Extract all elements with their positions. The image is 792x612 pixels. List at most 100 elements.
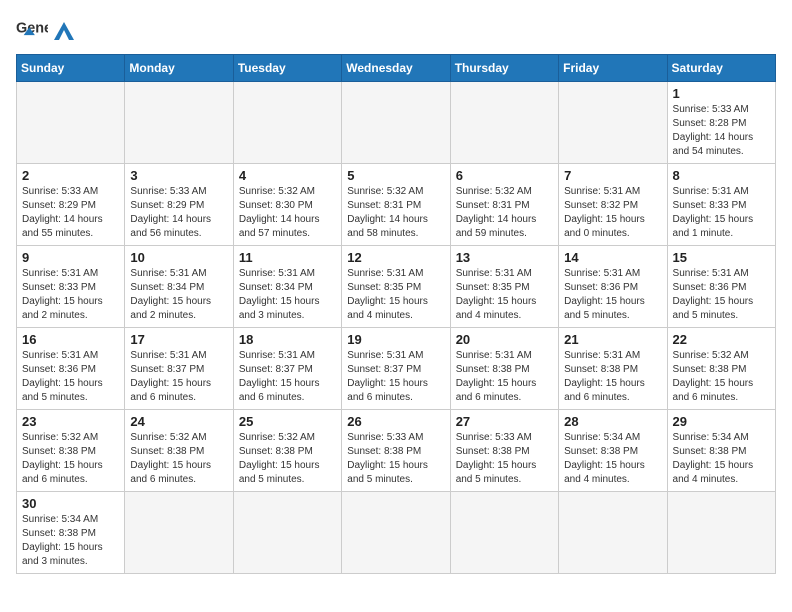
calendar-day-cell [559,492,667,574]
day-number: 25 [239,414,336,429]
calendar-week-row: 23 Sunrise: 5:32 AM Sunset: 8:38 PM Dayli… [17,410,776,492]
day-info: Sunrise: 5:31 AM Sunset: 8:38 PM Dayligh… [564,349,661,405]
day-info: Sunrise: 5:31 AM Sunset: 8:36 PM Dayligh… [22,349,119,405]
day-info: Sunrise: 5:31 AM Sunset: 8:36 PM Dayligh… [564,267,661,323]
day-number: 7 [564,168,661,183]
calendar-day-cell: 6 Sunrise: 5:32 AM Sunset: 8:31 PM Daylig… [450,164,558,246]
calendar-day-cell [450,492,558,574]
day-info: Sunrise: 5:34 AM Sunset: 8:38 PM Dayligh… [22,513,119,569]
calendar-day-cell: 3Sunrise: 5:33 AM Sunset: 8:29 PM Daylig… [125,164,233,246]
day-info: Sunrise: 5:31 AM Sunset: 8:34 PM Dayligh… [130,267,227,323]
calendar-day-cell [667,492,775,574]
calendar-day-cell: 5 Sunrise: 5:32 AM Sunset: 8:31 PM Daylig… [342,164,450,246]
column-header-monday: Monday [125,55,233,82]
calendar-day-cell [342,492,450,574]
day-number: 6 [456,168,553,183]
day-number: 19 [347,332,444,347]
day-number: 22 [673,332,770,347]
calendar-day-cell: 7 Sunrise: 5:31 AM Sunset: 8:32 PM Daylig… [559,164,667,246]
calendar-week-row: 2 Sunrise: 5:33 AM Sunset: 8:29 PM Daylig… [17,164,776,246]
day-number: 27 [456,414,553,429]
day-info: Sunrise: 5:32 AM Sunset: 8:38 PM Dayligh… [22,431,119,487]
calendar-day-cell: 30 Sunrise: 5:34 AM Sunset: 8:38 PM Dayli… [17,492,125,574]
day-info: Sunrise: 5:33 AM Sunset: 8:28 PM Dayligh… [673,103,770,159]
day-number: 11 [239,250,336,265]
day-number: 30 [22,496,119,511]
day-info: Sunrise: 5:31 AM Sunset: 8:37 PM Dayligh… [347,349,444,405]
calendar-day-cell: 18 Sunrise: 5:31 AM Sunset: 8:37 PM Dayli… [233,328,341,410]
page-header: General [16,16,776,44]
day-info: Sunrise: 5:31 AM Sunset: 8:35 PM Dayligh… [456,267,553,323]
day-number: 10 [130,250,227,265]
day-number: 23 [22,414,119,429]
day-info: Sunrise: 5:33 AM Sunset: 8:29 PM Dayligh… [130,185,227,241]
calendar-day-cell [450,82,558,164]
calendar-day-cell: 1 Sunrise: 5:33 AM Sunset: 8:28 PM Daylig… [667,82,775,164]
day-info: Sunrise: 5:34 AM Sunset: 8:38 PM Dayligh… [564,431,661,487]
day-number: 5 [347,168,444,183]
calendar-day-cell: 24Sunrise: 5:32 AM Sunset: 8:38 PM Dayli… [125,410,233,492]
calendar-day-cell: 19 Sunrise: 5:31 AM Sunset: 8:37 PM Dayli… [342,328,450,410]
calendar-day-cell: 27 Sunrise: 5:33 AM Sunset: 8:38 PM Dayli… [450,410,558,492]
day-number: 29 [673,414,770,429]
day-number: 18 [239,332,336,347]
calendar-day-cell: 2 Sunrise: 5:33 AM Sunset: 8:29 PM Daylig… [17,164,125,246]
calendar-day-cell: 23 Sunrise: 5:32 AM Sunset: 8:38 PM Dayli… [17,410,125,492]
day-number: 21 [564,332,661,347]
calendar-day-cell: 21 Sunrise: 5:31 AM Sunset: 8:38 PM Dayli… [559,328,667,410]
day-info: Sunrise: 5:31 AM Sunset: 8:36 PM Dayligh… [673,267,770,323]
column-header-saturday: Saturday [667,55,775,82]
column-header-thursday: Thursday [450,55,558,82]
calendar-day-cell: 13Sunrise: 5:31 AM Sunset: 8:35 PM Dayli… [450,246,558,328]
calendar-day-cell: 10 Sunrise: 5:31 AM Sunset: 8:34 PM Dayli… [125,246,233,328]
calendar-day-cell [125,82,233,164]
calendar-day-cell: 22 Sunrise: 5:32 AM Sunset: 8:38 PM Dayli… [667,328,775,410]
calendar-day-cell [233,492,341,574]
calendar-day-cell: 16 Sunrise: 5:31 AM Sunset: 8:36 PM Dayli… [17,328,125,410]
logo-triangle-icon [54,22,74,40]
column-header-tuesday: Tuesday [233,55,341,82]
calendar-day-cell: 12Sunrise: 5:31 AM Sunset: 8:35 PM Dayli… [342,246,450,328]
day-info: Sunrise: 5:32 AM Sunset: 8:38 PM Dayligh… [239,431,336,487]
day-info: Sunrise: 5:31 AM Sunset: 8:38 PM Dayligh… [456,349,553,405]
day-info: Sunrise: 5:31 AM Sunset: 8:32 PM Dayligh… [564,185,661,241]
calendar-day-cell: 26Sunrise: 5:33 AM Sunset: 8:38 PM Dayli… [342,410,450,492]
calendar-day-cell [233,82,341,164]
logo-icon: General [16,16,48,44]
calendar-day-cell: 20Sunrise: 5:31 AM Sunset: 8:38 PM Dayli… [450,328,558,410]
day-info: Sunrise: 5:31 AM Sunset: 8:37 PM Dayligh… [239,349,336,405]
day-number: 4 [239,168,336,183]
day-info: Sunrise: 5:31 AM Sunset: 8:37 PM Dayligh… [130,349,227,405]
day-info: Sunrise: 5:32 AM Sunset: 8:38 PM Dayligh… [673,349,770,405]
calendar-week-row: 1 Sunrise: 5:33 AM Sunset: 8:28 PM Daylig… [17,82,776,164]
day-number: 28 [564,414,661,429]
column-header-sunday: Sunday [17,55,125,82]
day-info: Sunrise: 5:31 AM Sunset: 8:33 PM Dayligh… [22,267,119,323]
day-number: 15 [673,250,770,265]
day-info: Sunrise: 5:33 AM Sunset: 8:29 PM Dayligh… [22,185,119,241]
calendar-day-cell [17,82,125,164]
day-info: Sunrise: 5:32 AM Sunset: 8:38 PM Dayligh… [130,431,227,487]
day-number: 2 [22,168,119,183]
calendar-day-cell: 25 Sunrise: 5:32 AM Sunset: 8:38 PM Dayli… [233,410,341,492]
calendar-day-cell [559,82,667,164]
day-info: Sunrise: 5:32 AM Sunset: 8:31 PM Dayligh… [347,185,444,241]
day-info: Sunrise: 5:34 AM Sunset: 8:38 PM Dayligh… [673,431,770,487]
day-info: Sunrise: 5:31 AM Sunset: 8:34 PM Dayligh… [239,267,336,323]
calendar-day-cell: 17Sunrise: 5:31 AM Sunset: 8:37 PM Dayli… [125,328,233,410]
calendar-week-row: 16 Sunrise: 5:31 AM Sunset: 8:36 PM Dayli… [17,328,776,410]
day-number: 14 [564,250,661,265]
day-number: 16 [22,332,119,347]
calendar-day-cell: 14 Sunrise: 5:31 AM Sunset: 8:36 PM Dayli… [559,246,667,328]
calendar-day-cell [125,492,233,574]
day-info: Sunrise: 5:31 AM Sunset: 8:35 PM Dayligh… [347,267,444,323]
calendar-day-cell [342,82,450,164]
day-info: Sunrise: 5:32 AM Sunset: 8:31 PM Dayligh… [456,185,553,241]
column-header-wednesday: Wednesday [342,55,450,82]
calendar-day-cell: 9Sunrise: 5:31 AM Sunset: 8:33 PM Daylig… [17,246,125,328]
calendar-day-cell: 28 Sunrise: 5:34 AM Sunset: 8:38 PM Dayli… [559,410,667,492]
day-number: 1 [673,86,770,101]
calendar-day-cell: 8Sunrise: 5:31 AM Sunset: 8:33 PM Daylig… [667,164,775,246]
day-info: Sunrise: 5:33 AM Sunset: 8:38 PM Dayligh… [456,431,553,487]
calendar-table: SundayMondayTuesdayWednesdayThursdayFrid… [16,54,776,574]
